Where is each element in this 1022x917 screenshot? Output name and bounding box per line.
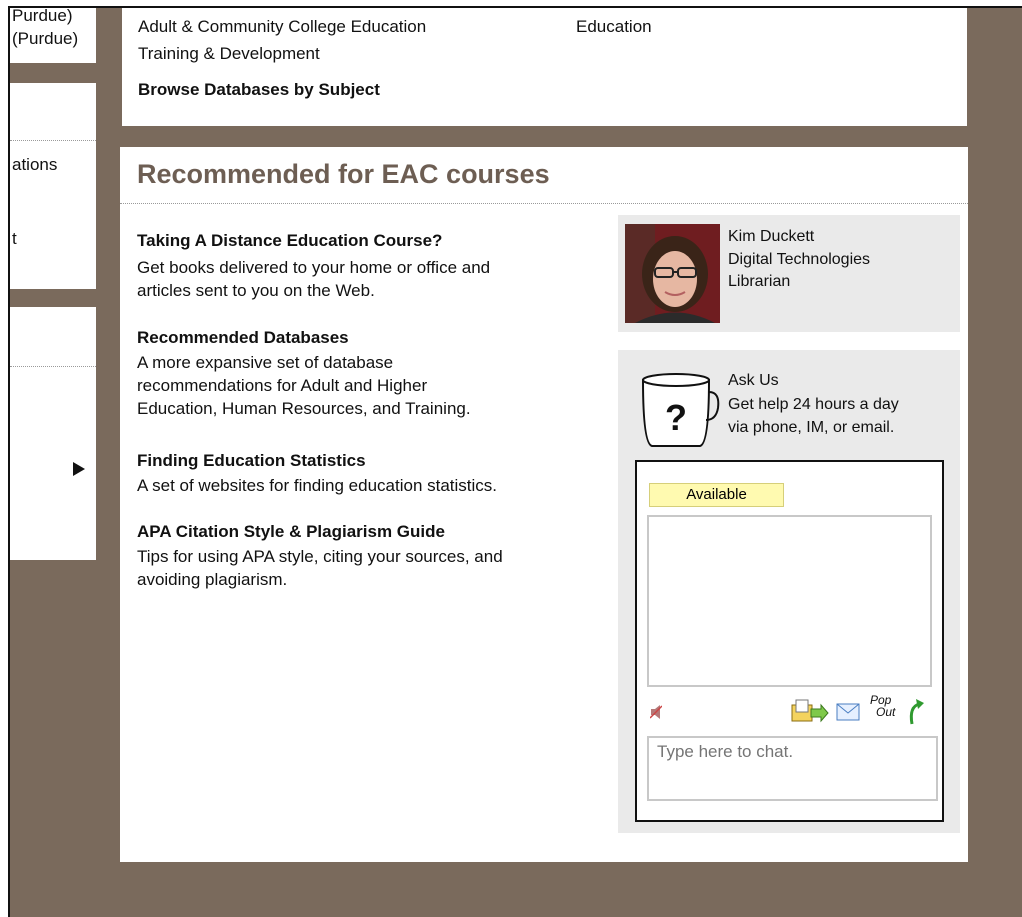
- item-description: recommendations for Adult and Higher: [137, 376, 428, 395]
- send-file-icon[interactable]: [791, 699, 829, 723]
- heading-separator: [120, 203, 968, 204]
- librarian-title: Digital Technologies: [728, 251, 871, 268]
- pop-out-label: Out: [876, 705, 896, 719]
- left-separator-2: [10, 366, 96, 367]
- ask-us-link[interactable]: Ask Us: [728, 371, 779, 391]
- left-link-fragment[interactable]: t: [12, 229, 17, 249]
- ask-us-description: Get help 24 hours a day: [728, 396, 899, 413]
- item-description: A more expansive set of database: [137, 353, 394, 372]
- section-heading: Recommended for EAC courses: [137, 159, 550, 189]
- librarian-photo: [625, 224, 720, 323]
- svg-text:?: ?: [665, 397, 687, 438]
- item-description: Tips for using APA style, citing your so…: [137, 547, 503, 566]
- librarian-name-link[interactable]: Kim Duckett: [728, 227, 814, 247]
- librarian-title: Librarian: [728, 273, 791, 290]
- link-apa-citation-guide[interactable]: APA Citation Style & Plagiarism Guide: [137, 522, 445, 542]
- link-training-development[interactable]: Training & Development: [138, 44, 320, 64]
- item-description: Get books delivered to your home or offi…: [137, 258, 491, 277]
- pop-out-arrow-icon: [909, 699, 924, 725]
- item-description: Education, Human Resources, and Training…: [137, 399, 471, 418]
- link-education[interactable]: Education: [576, 17, 652, 37]
- chat-input-field[interactable]: [647, 736, 938, 801]
- link-education-statistics[interactable]: Finding Education Statistics: [137, 451, 366, 471]
- item-description: avoiding plagiarism.: [137, 570, 288, 589]
- left-link-purdue-2[interactable]: (Purdue): [12, 29, 78, 49]
- email-icon[interactable]: [836, 703, 860, 721]
- link-adult-community-college-education[interactable]: Adult & Community College Education: [138, 17, 426, 37]
- item-description: articles sent to you on the Web.: [137, 281, 375, 300]
- chat-status-label: Available: [686, 486, 747, 503]
- chat-message-area[interactable]: [647, 515, 932, 687]
- page-frame: Purdue) (Purdue) ations t Adult & Commun…: [0, 0, 1022, 917]
- item-description: A set of websites for finding education …: [137, 476, 498, 495]
- mute-speaker-icon[interactable]: [650, 705, 662, 719]
- left-link-ations[interactable]: ations: [12, 155, 57, 175]
- pop-out-button[interactable]: Pop Out: [870, 694, 930, 728]
- left-panel-bottom: [10, 307, 96, 560]
- question-mug-icon[interactable]: ?: [640, 372, 720, 448]
- chat-status-badge: Available: [649, 483, 784, 507]
- ask-us-description: via phone, IM, or email.: [728, 419, 895, 436]
- link-browse-databases[interactable]: Browse Databases by Subject: [138, 80, 380, 100]
- left-panel-middle: [10, 83, 96, 289]
- play-arrow-icon[interactable]: [72, 461, 86, 477]
- left-separator: [10, 140, 96, 141]
- link-recommended-databases[interactable]: Recommended Databases: [137, 328, 349, 348]
- left-link-purdue-1[interactable]: Purdue): [12, 6, 72, 26]
- link-distance-education[interactable]: Taking A Distance Education Course?: [137, 231, 442, 251]
